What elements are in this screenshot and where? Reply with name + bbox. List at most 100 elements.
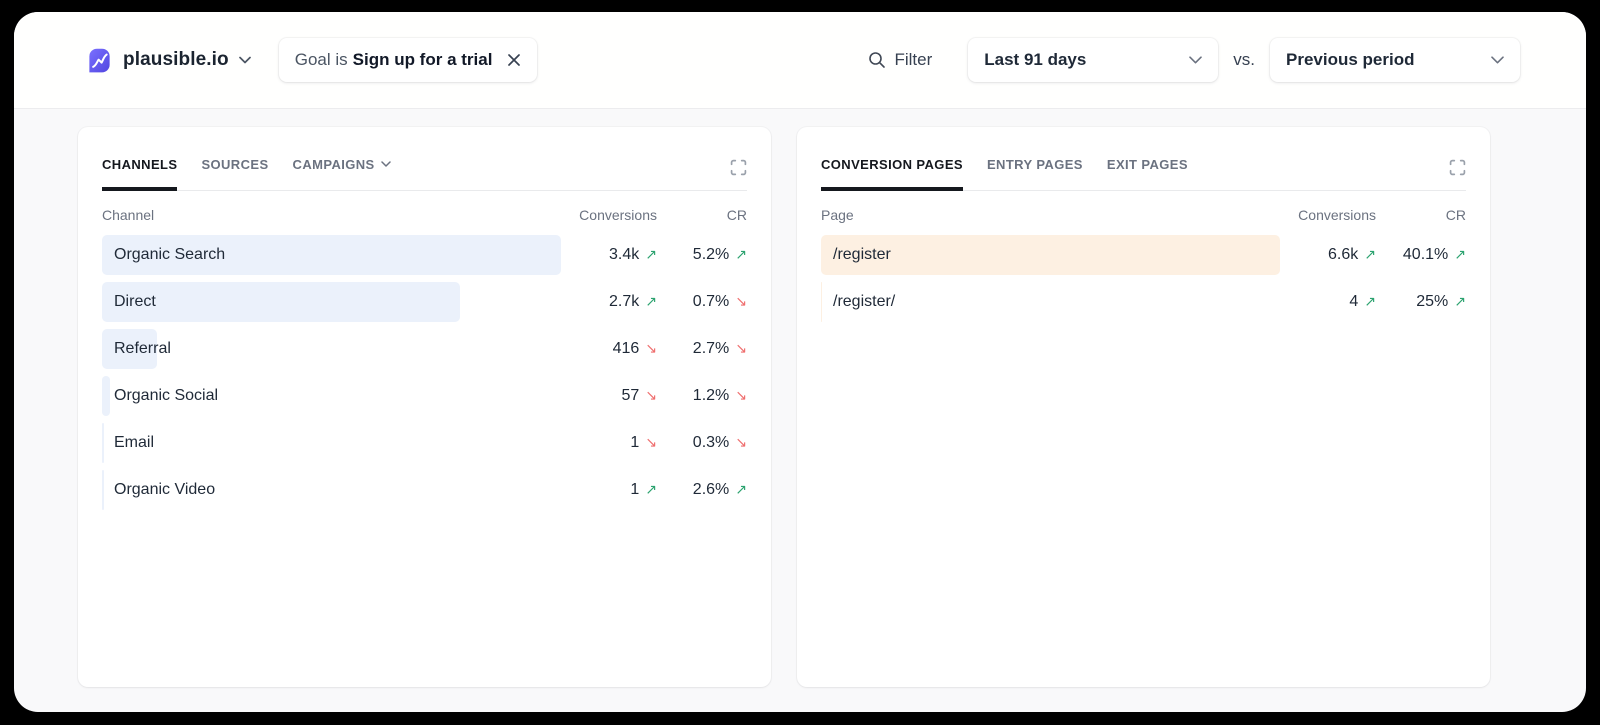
tab-exit-pages[interactable]: EXIT PAGES <box>1107 157 1188 187</box>
trend-arrow <box>1454 293 1466 311</box>
row-cr: 0.3% <box>657 434 747 452</box>
goal-filter-chip[interactable]: Goal is Sign up for a trial <box>279 38 538 82</box>
expand-icon[interactable] <box>730 157 747 179</box>
trend-arrow <box>735 387 747 405</box>
trend-arrow <box>645 246 657 264</box>
trend-arrow <box>645 387 657 405</box>
tab-campaigns[interactable]: CAMPAIGNS <box>293 157 391 187</box>
row-cr: 0.7% <box>657 293 747 311</box>
trend-arrow <box>645 481 657 499</box>
row-cr: 5.2% <box>657 246 747 264</box>
table-row[interactable]: Organic Search 3.4k 5.2% <box>102 235 747 275</box>
table-row[interactable]: Referral 416 2.7% <box>102 329 747 369</box>
row-conversions: 1 <box>561 434 657 452</box>
row-name-cell: Organic Social <box>102 376 561 416</box>
column-header-cr: CR <box>1376 207 1466 223</box>
trend-arrow <box>735 481 747 499</box>
tab-campaigns-label: CAMPAIGNS <box>293 157 375 172</box>
column-header-page: Page <box>821 207 1280 223</box>
row-name-cell: Organic Video <box>102 470 561 510</box>
goal-filter-value: Sign up for a trial <box>353 50 493 70</box>
row-conversions: 3.4k <box>561 246 657 264</box>
row-conversions: 57 <box>561 387 657 405</box>
site-name: plausible.io <box>123 49 229 71</box>
row-conversions: 4 <box>1280 293 1376 311</box>
trend-arrow <box>645 293 657 311</box>
row-name-cell: Email <box>102 423 561 463</box>
tab-channels[interactable]: CHANNELS <box>102 157 177 191</box>
table-row[interactable]: Organic Social 57 1.2% <box>102 376 747 416</box>
vs-label: vs. <box>1233 50 1255 70</box>
row-name-cell: Direct <box>102 282 561 322</box>
row-name-cell: /register <box>821 235 1280 275</box>
conversion-pages-panel: CONVERSION PAGES ENTRY PAGES EXIT PAGES … <box>797 127 1490 687</box>
channels-column-headers: Channel Conversions CR <box>102 207 747 223</box>
tab-sources[interactable]: SOURCES <box>201 157 268 187</box>
row-name: Organic Search <box>102 235 561 275</box>
tab-conversion-pages[interactable]: CONVERSION PAGES <box>821 157 963 191</box>
table-row[interactable]: Email 1 0.3% <box>102 423 747 463</box>
row-cr: 40.1% <box>1376 246 1466 264</box>
chevron-down-icon <box>381 161 391 168</box>
column-header-channel: Channel <box>102 207 561 223</box>
plausible-logo-icon <box>86 47 113 74</box>
channels-panel: CHANNELS SOURCES CAMPAIGNS Channel <box>78 127 771 687</box>
trend-arrow <box>735 246 747 264</box>
topbar: plausible.io Goal is Sign up for a trial… <box>14 12 1586 109</box>
chevron-down-icon <box>1189 56 1202 64</box>
filter-button[interactable]: Filter <box>868 50 932 70</box>
row-name: /register/ <box>821 282 1280 322</box>
app-window: plausible.io Goal is Sign up for a trial… <box>14 12 1586 712</box>
channels-tabs: CHANNELS SOURCES CAMPAIGNS <box>102 157 747 191</box>
column-header-cr: CR <box>657 207 747 223</box>
pages-table: /register 6.6k 40.1% /register/ 4 25% <box>821 235 1466 322</box>
row-name: Referral <box>102 329 561 369</box>
row-conversions: 416 <box>561 340 657 358</box>
trend-arrow <box>645 434 657 452</box>
comparison-select[interactable]: Previous period <box>1270 38 1520 82</box>
expand-icon[interactable] <box>1449 157 1466 179</box>
table-row[interactable]: /register/ 4 25% <box>821 282 1466 322</box>
pages-tabs: CONVERSION PAGES ENTRY PAGES EXIT PAGES <box>821 157 1466 191</box>
tab-entry-pages[interactable]: ENTRY PAGES <box>987 157 1083 187</box>
close-icon[interactable] <box>507 53 521 67</box>
row-name-cell: /register/ <box>821 282 1280 322</box>
row-name: Email <box>102 423 561 463</box>
row-name: /register <box>821 235 1280 275</box>
trend-arrow <box>735 293 747 311</box>
filter-button-label: Filter <box>894 50 932 70</box>
table-row[interactable]: Direct 2.7k 0.7% <box>102 282 747 322</box>
trend-arrow <box>735 434 747 452</box>
trend-arrow <box>735 340 747 358</box>
row-name: Direct <box>102 282 561 322</box>
row-conversions: 6.6k <box>1280 246 1376 264</box>
row-conversions: 2.7k <box>561 293 657 311</box>
dashboard-body: CHANNELS SOURCES CAMPAIGNS Channel <box>14 109 1586 687</box>
trend-arrow <box>1364 293 1376 311</box>
trend-arrow <box>1454 246 1466 264</box>
row-cr: 2.6% <box>657 481 747 499</box>
trend-arrow <box>645 340 657 358</box>
date-range-value: Last 91 days <box>984 50 1086 70</box>
chevron-down-icon <box>239 51 251 69</box>
trend-arrow <box>1364 246 1376 264</box>
goal-filter-prefix: Goal is <box>295 50 348 70</box>
column-header-conversions: Conversions <box>1280 207 1376 223</box>
date-range-select[interactable]: Last 91 days <box>968 38 1218 82</box>
pages-column-headers: Page Conversions CR <box>821 207 1466 223</box>
chevron-down-icon <box>1491 56 1504 64</box>
table-row[interactable]: Organic Video 1 2.6% <box>102 470 747 510</box>
row-name-cell: Organic Search <box>102 235 561 275</box>
row-cr: 25% <box>1376 293 1466 311</box>
search-icon <box>868 51 886 69</box>
comparison-value: Previous period <box>1286 50 1414 70</box>
row-conversions: 1 <box>561 481 657 499</box>
table-row[interactable]: /register 6.6k 40.1% <box>821 235 1466 275</box>
row-cr: 1.2% <box>657 387 747 405</box>
column-header-conversions: Conversions <box>561 207 657 223</box>
row-name: Organic Social <box>102 376 561 416</box>
site-picker[interactable]: plausible.io <box>86 47 251 74</box>
row-name-cell: Referral <box>102 329 561 369</box>
row-cr: 2.7% <box>657 340 747 358</box>
row-name: Organic Video <box>102 470 561 510</box>
